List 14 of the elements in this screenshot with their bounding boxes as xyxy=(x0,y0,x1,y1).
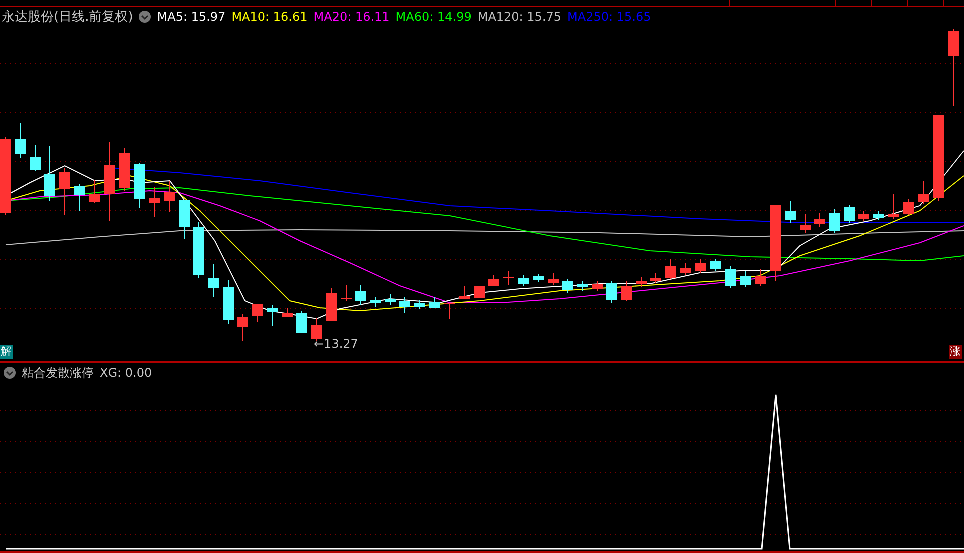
limit-up-badge[interactable]: 涨 xyxy=(949,345,962,359)
low-price-marker: ←13.27 xyxy=(314,337,358,351)
moving-average-value: MA20: 16.11 xyxy=(314,10,390,24)
stock-title: 永达股份(日线.前复权) xyxy=(2,9,134,26)
indicator-value: XG: 0.00 xyxy=(100,366,152,380)
dropdown-icon[interactable] xyxy=(4,367,16,379)
moving-average-value: MA60: 14.99 xyxy=(396,10,472,24)
moving-average-value: MA10: 16.61 xyxy=(232,10,308,24)
dropdown-icon[interactable] xyxy=(139,11,152,23)
moving-average-value: MA250: 15.65 xyxy=(568,10,652,24)
unlock-badge[interactable]: 解 xyxy=(0,345,13,359)
moving-average-value: MA5: 15.97 xyxy=(157,10,226,24)
indicator-name: 粘合发散涨停 xyxy=(22,364,94,382)
moving-average-value: MA120: 15.75 xyxy=(478,10,562,24)
